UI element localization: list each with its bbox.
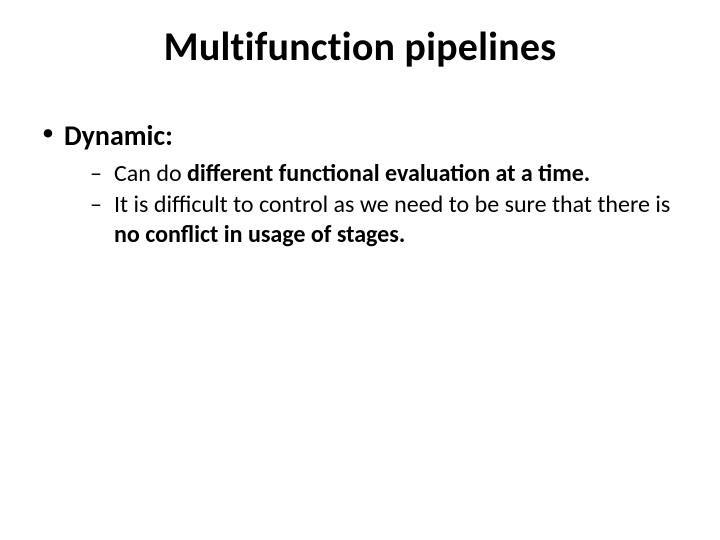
text-fragment: Can do: [114, 159, 187, 188]
slide-title: Multifunction pipelines: [0, 22, 720, 71]
bullet-l2-item-1: It is difficult to control as we need to…: [90, 190, 684, 249]
bullet-list-level1: Dynamic: Can do different functional eva…: [36, 118, 684, 249]
bullet-l1-label: Dynamic:: [64, 118, 173, 153]
bullet-list-level2: Can do different functional evaluation a…: [64, 159, 684, 249]
text-fragment: It is difficult to control as we need to…: [114, 190, 670, 219]
text-bold: different functional evaluation at a tim…: [187, 159, 590, 188]
slide-body: Dynamic: Can do different functional eva…: [36, 118, 684, 255]
slide: Multifunction pipelines Dynamic: Can do …: [0, 0, 720, 540]
text-bold: no conflict in usage of stages.: [114, 220, 405, 249]
bullet-l2-item-0: Can do different functional evaluation a…: [90, 159, 684, 188]
bullet-l1-dynamic: Dynamic: Can do different functional eva…: [36, 118, 684, 249]
